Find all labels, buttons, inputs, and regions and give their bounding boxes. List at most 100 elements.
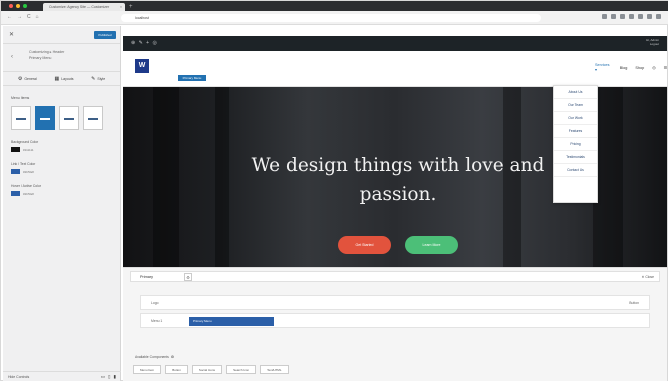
nav-buttons: ← → C ⌂ bbox=[7, 14, 39, 20]
customizer-sidebar: ✕ Published ‹ Customizing ▸ Header Prima… bbox=[3, 26, 121, 381]
dropdown-item[interactable]: Our Team bbox=[554, 99, 597, 112]
builder-row[interactable]: Logo Button bbox=[140, 295, 650, 310]
home-icon[interactable]: ⌂ bbox=[36, 14, 39, 20]
publish-button[interactable]: Published bbox=[94, 31, 116, 39]
dropdown-item[interactable]: Features bbox=[554, 125, 597, 138]
component-pill[interactable]: Text/HTML bbox=[260, 365, 289, 374]
reload-icon[interactable]: C bbox=[27, 14, 31, 20]
back-icon[interactable]: ← bbox=[7, 14, 12, 20]
site-logo[interactable]: W bbox=[135, 59, 149, 73]
tab-title: Customize: Agency Site — Customizer bbox=[49, 5, 110, 9]
row-label: Logo bbox=[151, 301, 159, 305]
dropdown-item[interactable]: Pricing bbox=[554, 138, 597, 151]
panel-breadcrumb: Customizing ▸ Header bbox=[29, 50, 65, 54]
desktop-preview-icon[interactable]: ▭ bbox=[101, 374, 105, 380]
section-label: Menu Items bbox=[11, 96, 30, 100]
tab-layouts[interactable]: ▦ Layouts bbox=[54, 76, 73, 82]
get-started-button[interactable]: Get Started bbox=[338, 236, 391, 254]
color-swatch[interactable] bbox=[11, 191, 20, 196]
gear-icon[interactable]: ⚙ bbox=[171, 355, 174, 359]
back-arrow-icon[interactable]: ‹ bbox=[11, 54, 13, 60]
hide-controls-button[interactable]: Hide Controls bbox=[8, 375, 29, 379]
minimize-window-dot[interactable] bbox=[16, 4, 20, 8]
hero-background bbox=[153, 87, 179, 267]
nav-item-shop[interactable]: Shop bbox=[635, 66, 644, 70]
layout-option[interactable] bbox=[83, 106, 103, 130]
dropdown-item[interactable]: Our Work bbox=[554, 112, 597, 125]
tab-style[interactable]: ✎ Style bbox=[91, 76, 105, 82]
panel-title: ‹ Customizing ▸ Header Primary Menu bbox=[3, 44, 120, 72]
extension-icon[interactable] bbox=[629, 14, 634, 19]
color-setting-link: Link / Text Color #2b5fa8 bbox=[11, 162, 120, 174]
sidebar-header: ✕ Published bbox=[3, 26, 120, 44]
window-controls bbox=[9, 4, 27, 8]
browser-tab-bar: Customize: Agency Site — Customizer × + bbox=[1, 1, 668, 11]
header-builder: Primary ⚙ ✕ Close Logo Button Menu 1 Pri… bbox=[123, 267, 667, 381]
tab-general[interactable]: ⚙ General bbox=[18, 76, 37, 82]
browser-window: Customize: Agency Site — Customizer × + … bbox=[0, 0, 668, 381]
close-window-dot[interactable] bbox=[9, 4, 13, 8]
learn-more-button[interactable]: Learn More bbox=[405, 236, 458, 254]
extension-icon[interactable] bbox=[602, 14, 607, 19]
close-icon[interactable]: ✕ bbox=[9, 31, 14, 38]
extension-icon[interactable] bbox=[647, 14, 652, 19]
browser-tab[interactable]: Customize: Agency Site — Customizer × bbox=[43, 3, 125, 11]
account-icon[interactable]: ◎ bbox=[652, 65, 655, 70]
tablet-preview-icon[interactable]: ▯ bbox=[108, 374, 110, 380]
layout-option-selected[interactable] bbox=[35, 106, 55, 130]
layout-option[interactable] bbox=[11, 106, 31, 130]
gear-icon[interactable]: ⚙ bbox=[184, 273, 192, 281]
color-swatch[interactable] bbox=[11, 147, 20, 152]
extension-icon[interactable] bbox=[611, 14, 616, 19]
component-pill[interactable]: Menu Item bbox=[133, 365, 162, 374]
color-swatch[interactable] bbox=[11, 169, 20, 174]
setting-label: Link / Text Color bbox=[11, 162, 36, 166]
component-pill[interactable]: Search Icon bbox=[226, 365, 257, 374]
builder-close-button[interactable]: ✕ Close bbox=[642, 275, 654, 279]
address-bar[interactable]: localhost bbox=[121, 14, 541, 22]
nav-item-blog[interactable]: Blog bbox=[620, 66, 628, 70]
menu-icon[interactable]: ☰ bbox=[664, 65, 667, 70]
primary-nav: Services ▾ Blog Shop ◎ ☰ bbox=[595, 63, 667, 72]
tab-label: Layouts bbox=[61, 76, 74, 81]
maximize-window-dot[interactable] bbox=[23, 4, 27, 8]
primary-menu-component[interactable]: Primary Menu bbox=[189, 317, 274, 326]
color-setting-background: Background Color #111111 bbox=[11, 140, 120, 152]
logout-text: Logout bbox=[649, 42, 659, 46]
layout-option[interactable] bbox=[59, 106, 79, 130]
hide-controls-label: Hide Controls bbox=[8, 374, 30, 379]
menu-tooltip: Primary Menu bbox=[178, 75, 206, 81]
hero-headline: We design things with love and passion. bbox=[251, 155, 545, 205]
extension-icon[interactable] bbox=[620, 14, 625, 19]
color-value: #2b5fa8 bbox=[23, 169, 34, 174]
layout-icon: ▦ bbox=[54, 75, 60, 82]
new-tab-icon[interactable]: + bbox=[129, 3, 133, 11]
dropdown-item[interactable]: Contact Us bbox=[554, 164, 597, 177]
admin-bar-icons[interactable]: ⊕ ✎ + ◎ bbox=[131, 40, 158, 46]
builder-row[interactable]: Menu 1 Primary Menu bbox=[140, 313, 650, 328]
brush-icon: ✎ bbox=[91, 75, 96, 82]
available-components-label: Available Components ⚙ bbox=[135, 355, 174, 359]
browser-toolbar: ← → C ⌂ localhost bbox=[1, 11, 668, 25]
tab-close-icon[interactable]: × bbox=[120, 3, 122, 11]
setting-label: Hover / Active Color bbox=[11, 184, 41, 188]
component-pill[interactable]: Button bbox=[165, 365, 188, 374]
extension-icon[interactable] bbox=[656, 14, 661, 19]
component-pill[interactable]: Social Icons bbox=[191, 365, 223, 374]
color-value: #2b5fa8 bbox=[23, 191, 34, 196]
dropdown-item[interactable]: Testimonials bbox=[554, 151, 597, 164]
component-list: Menu Item Button Social Icons Search Ico… bbox=[133, 365, 289, 374]
mobile-preview-icon[interactable]: ▮ bbox=[114, 374, 116, 380]
admin-account[interactable]: Hi, Admin Logout bbox=[646, 38, 659, 46]
row-component[interactable]: Button bbox=[629, 301, 639, 305]
extension-icon[interactable] bbox=[638, 14, 643, 19]
services-dropdown: About Us Our Team Our Work Features Pric… bbox=[553, 85, 598, 203]
extension-icons bbox=[602, 14, 661, 19]
available-label-text: Available Components bbox=[135, 355, 169, 359]
tab-label: General bbox=[24, 76, 37, 81]
nav-item-services[interactable]: Services ▾ bbox=[595, 63, 612, 72]
wp-admin-bar: ⊕ ✎ + ◎ Hi, Admin Logout bbox=[123, 36, 667, 51]
forward-icon[interactable]: → bbox=[17, 14, 22, 20]
tab-label: Style bbox=[97, 76, 106, 81]
dropdown-item[interactable]: About Us bbox=[554, 86, 597, 99]
